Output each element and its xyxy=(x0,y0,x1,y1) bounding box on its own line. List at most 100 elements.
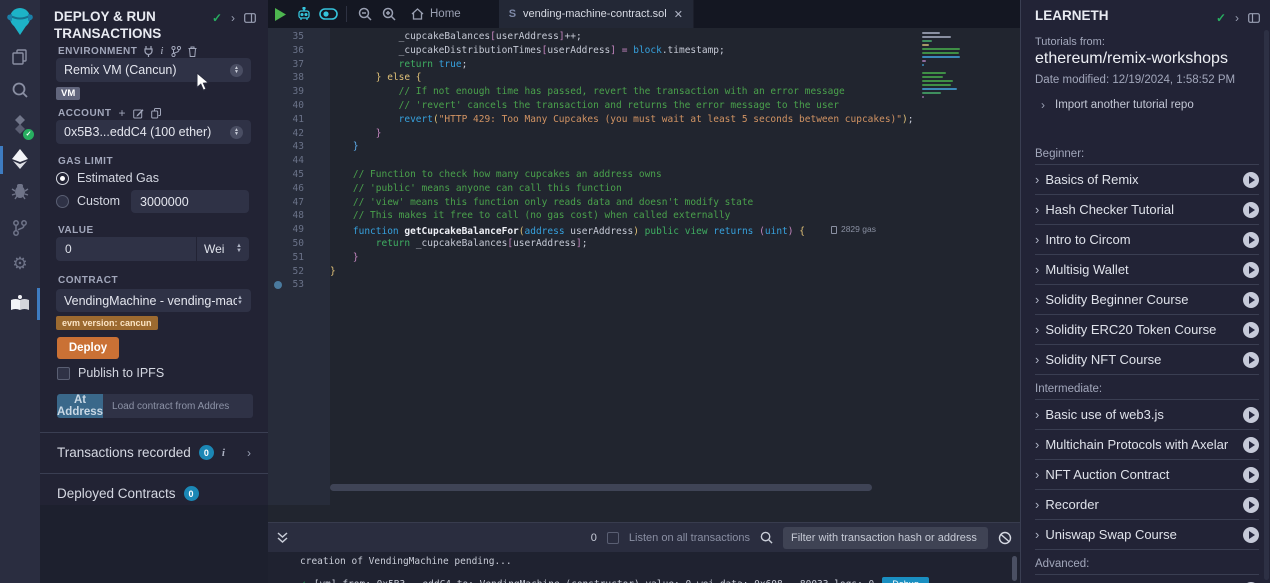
add-account-icon[interactable]: + xyxy=(119,106,127,120)
line-number[interactable]: 42 xyxy=(268,127,312,141)
environment-info-icon[interactable]: i xyxy=(160,45,164,57)
pin-panel-icon[interactable] xyxy=(244,13,256,23)
line-number[interactable]: 45 xyxy=(268,168,312,182)
terminal-filter-input[interactable] xyxy=(783,527,988,549)
fork-environment-icon[interactable] xyxy=(171,46,181,57)
line-number[interactable]: 48 xyxy=(268,209,312,223)
line-number[interactable]: 36 xyxy=(268,44,312,58)
file-explorer-icon[interactable] xyxy=(0,40,40,74)
listen-transactions-checkbox[interactable] xyxy=(607,532,619,544)
tutorial-item[interactable]: ›Solidity NFT Course xyxy=(1035,345,1259,375)
remix-logo[interactable] xyxy=(0,4,40,38)
terminal-scrollbar[interactable] xyxy=(1012,556,1017,581)
plug-icon[interactable] xyxy=(144,46,153,57)
play-tutorial-button[interactable] xyxy=(1243,467,1259,483)
play-tutorial-button[interactable] xyxy=(1243,322,1259,338)
tutorial-item[interactable]: ›Hash Checker Tutorial xyxy=(1035,195,1259,225)
code-editor[interactable]: 35 _cupcakeBalances[userAddress]++;36 _c… xyxy=(268,28,1020,505)
play-tutorial-button[interactable] xyxy=(1243,352,1259,368)
line-number[interactable]: 37 xyxy=(268,58,312,72)
account-select[interactable]: 0x5B3...eddC4 (100 ether) ▲▼ xyxy=(56,120,251,144)
play-tutorial-button[interactable] xyxy=(1243,172,1259,188)
contract-select[interactable]: VendingMachine - vending-machin ▲▼ xyxy=(56,289,251,312)
line-number[interactable]: 39 xyxy=(268,85,312,99)
git-icon[interactable] xyxy=(0,211,40,245)
learneth-scrollbar[interactable] xyxy=(1264,30,1269,580)
tutorial-item[interactable]: ›Basic use of web3.js xyxy=(1035,400,1259,430)
transactions-info-icon[interactable]: i xyxy=(222,447,225,459)
debug-button[interactable]: Debug xyxy=(882,577,929,583)
environment-select[interactable]: Remix VM (Cancun) ▲▼ xyxy=(56,58,251,82)
code-line-37: 37 return true; xyxy=(268,58,1020,72)
transactions-expand-icon[interactable]: › xyxy=(247,446,251,460)
home-tab[interactable]: Home xyxy=(401,8,471,20)
copy-account-icon[interactable] xyxy=(151,108,161,119)
value-unit-select[interactable]: Wei ▲▼ xyxy=(196,237,249,261)
custom-gas-radio[interactable] xyxy=(56,195,69,208)
play-tutorial-button[interactable] xyxy=(1243,437,1259,453)
play-tutorial-button[interactable] xyxy=(1243,202,1259,218)
line-number[interactable]: 47 xyxy=(268,196,312,210)
clear-terminal-icon[interactable] xyxy=(998,531,1012,545)
deploy-run-icon[interactable] xyxy=(0,142,40,176)
line-number[interactable]: 51 xyxy=(268,251,312,265)
tutorial-item[interactable]: ›NFT Auction Contract xyxy=(1035,460,1259,490)
edit-account-icon[interactable] xyxy=(133,108,144,119)
editor-horizontal-scrollbar[interactable] xyxy=(330,484,872,491)
estimated-gas-radio[interactable] xyxy=(56,172,69,185)
copilot-toggle[interactable] xyxy=(316,0,340,28)
terminal-log[interactable]: creation of VendingMachine pending... ✓ … xyxy=(268,552,1020,583)
play-tutorial-button[interactable] xyxy=(1243,232,1259,248)
play-tutorial-button[interactable] xyxy=(1243,407,1259,423)
line-number[interactable]: 41 xyxy=(268,113,312,127)
remix-ai-assistant-icon[interactable] xyxy=(292,0,316,28)
at-address-button[interactable]: At Address xyxy=(57,394,103,418)
custom-gas-input[interactable] xyxy=(131,190,249,213)
play-tutorial-button[interactable] xyxy=(1243,262,1259,278)
line-number[interactable]: 46 xyxy=(268,182,312,196)
zoom-out-icon[interactable] xyxy=(353,0,377,28)
line-number[interactable]: 35 xyxy=(268,30,312,44)
play-tutorial-button[interactable] xyxy=(1243,497,1259,513)
delete-environment-icon[interactable] xyxy=(188,46,197,57)
editor-minimap[interactable] xyxy=(922,32,962,108)
tab-vending-machine-contract[interactable]: S vending-machine-contract.sol ✕ xyxy=(499,0,694,28)
tutorial-item[interactable]: ›Solidity Beginner Course xyxy=(1035,285,1259,315)
solidity-compiler-icon[interactable]: ✓ xyxy=(0,108,40,142)
close-tab-icon[interactable]: ✕ xyxy=(674,8,683,21)
pin-panel-icon[interactable] xyxy=(1248,13,1260,23)
tutorial-item[interactable]: ›Intro to Circom xyxy=(1035,225,1259,255)
tutorial-item[interactable]: ›Basics of Remix xyxy=(1035,165,1259,195)
debugger-icon[interactable] xyxy=(0,174,40,208)
run-script-button[interactable] xyxy=(268,0,292,28)
play-tutorial-button[interactable] xyxy=(1243,292,1259,308)
line-number[interactable]: 40 xyxy=(268,99,312,113)
at-address-input[interactable] xyxy=(103,394,253,418)
line-number[interactable]: 52 xyxy=(268,265,312,279)
line-number[interactable]: 38 xyxy=(268,71,312,85)
tutorial-item[interactable]: ›Multisig Wallet xyxy=(1035,255,1259,285)
terminal-search-icon[interactable] xyxy=(760,531,773,544)
line-number[interactable]: 44 xyxy=(268,154,312,168)
zoom-in-icon[interactable] xyxy=(377,0,401,28)
collapse-panel-icon[interactable]: › xyxy=(1235,11,1239,25)
tutorial-item[interactable]: ›Uniswap Swap Course xyxy=(1035,520,1259,550)
collapse-terminal-icon[interactable] xyxy=(276,532,289,544)
search-icon[interactable] xyxy=(0,73,40,107)
tutorial-item[interactable]: ›All about Proxy Contracts xyxy=(1035,575,1259,583)
deploy-button[interactable]: Deploy xyxy=(57,337,119,359)
collapse-panel-icon[interactable]: › xyxy=(231,11,235,25)
tutorial-item[interactable]: ›Multichain Protocols with Axelar xyxy=(1035,430,1259,460)
line-number[interactable]: 49 xyxy=(268,223,312,237)
tutorial-item[interactable]: ›Solidity ERC20 Token Course xyxy=(1035,315,1259,345)
settings-icon[interactable]: ⚙ xyxy=(0,247,40,281)
learneth-icon[interactable] xyxy=(0,286,40,320)
transaction-log-line[interactable]: ✓ [vm] from: 0x5B3...eddC4 to: VendingMa… xyxy=(300,577,929,583)
value-input[interactable]: 0 xyxy=(56,237,196,261)
line-number[interactable]: 43 xyxy=(268,140,312,154)
import-tutorial-repo[interactable]: › Import another tutorial repo xyxy=(1041,98,1194,112)
publish-ipfs-checkbox[interactable] xyxy=(57,367,70,380)
play-tutorial-button[interactable] xyxy=(1243,527,1259,543)
tutorial-item[interactable]: ›Recorder xyxy=(1035,490,1259,520)
line-number[interactable]: 50 xyxy=(268,237,312,251)
